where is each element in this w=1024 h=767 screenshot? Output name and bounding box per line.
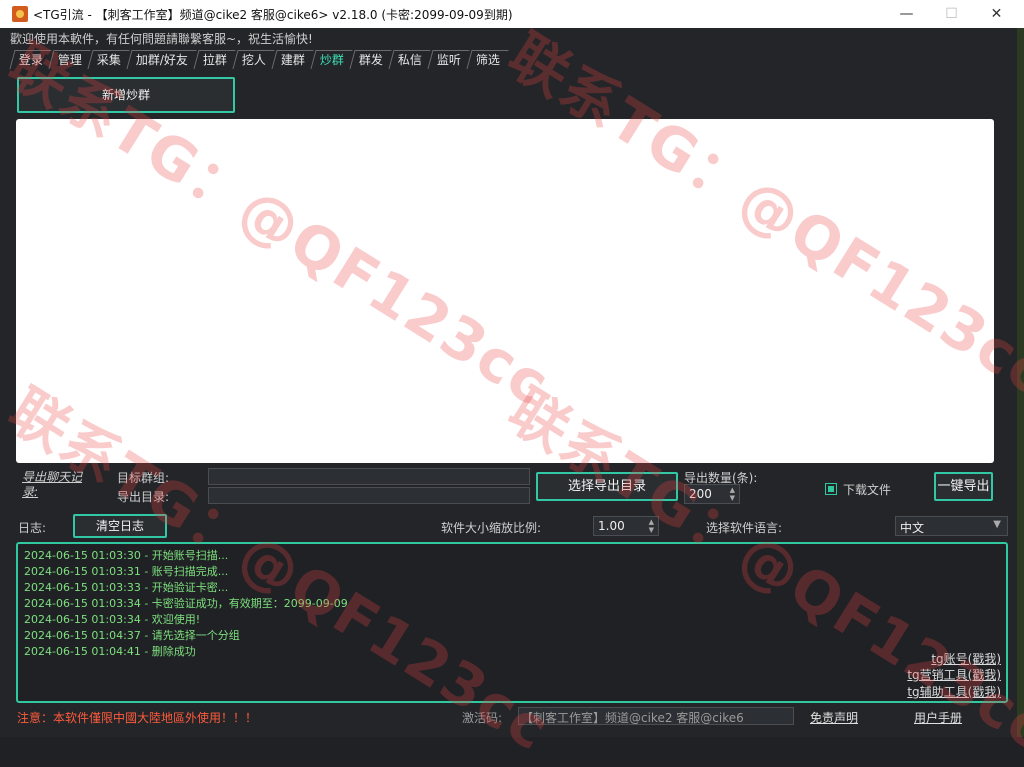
maximize-button[interactable]: ☐ — [929, 0, 974, 28]
log-line: 2024-06-15 01:03:34 - 欢迎使用! — [24, 613, 201, 626]
language-value: 中文 — [900, 521, 925, 535]
scale-stepper[interactable]: 1.00 ▲ ▼ — [593, 516, 659, 536]
tab-label: 炒群 — [320, 53, 345, 67]
tab-label: 筛选 — [476, 53, 501, 67]
user-manual-link[interactable]: 用户手册 — [914, 709, 962, 726]
stepper-arrows-icon[interactable]: ▲ ▼ — [730, 486, 735, 502]
choose-export-dir-button[interactable]: 选择导出目录 — [536, 472, 678, 501]
tab-pull-group[interactable]: 拉群 — [193, 50, 236, 69]
download-files-checkbox[interactable] — [825, 483, 837, 495]
tab-collect[interactable]: 采集 — [87, 50, 130, 69]
tab-label: 监听 — [437, 53, 462, 67]
export-count-stepper[interactable]: 200 ▲ ▼ — [684, 484, 740, 504]
log-line: 2024-06-15 01:04:37 - 请先选择一个分组 — [24, 629, 240, 642]
main-panel: 歡迎使用本軟件，有任何問題請聯繫客服~，祝生活愉快! 登录 管理 采集 加群/好… — [0, 28, 1017, 737]
tab-label: 加群/好友 — [135, 53, 188, 67]
log-line: 2024-06-15 01:03:33 - 开始验证卡密... — [24, 581, 229, 594]
close-button[interactable]: ✕ — [974, 0, 1019, 28]
export-dir-input[interactable] — [208, 487, 530, 504]
log-line: 2024-06-15 01:03:34 - 卡密验证成功，有效期至：2099-0… — [24, 597, 348, 610]
log-line: 2024-06-15 01:04:41 - 删除成功 — [24, 645, 196, 658]
tab-monitor[interactable]: 监听 — [427, 50, 470, 69]
activation-code-label: 激活码: — [462, 711, 503, 725]
log-line: 2024-06-15 01:03:31 - 账号扫描完成... — [24, 565, 229, 578]
tab-join-group-friend[interactable]: 加群/好友 — [126, 50, 197, 69]
tab-label: 管理 — [57, 53, 82, 67]
tab-label: 建群 — [280, 53, 306, 67]
language-select[interactable]: 中文 ▼ — [895, 516, 1008, 536]
app-icon — [12, 6, 28, 22]
tab-hype-group[interactable]: 炒群 — [310, 50, 353, 69]
tab-manage[interactable]: 管理 — [48, 50, 91, 69]
tab-bar: 登录 管理 采集 加群/好友 拉群 挖人 建群 炒群 群发 私信 监听 筛选 — [9, 50, 509, 70]
welcome-text: 歡迎使用本軟件，有任何問題請聯繫客服~，祝生活愉快! — [10, 32, 313, 46]
tab-dig-users[interactable]: 挖人 — [232, 50, 275, 69]
window-title: <TG引流 - 【刺客工作室】频道@cike2 客服@cike6> v2.18.… — [33, 8, 513, 22]
download-files-label: 下载文件 — [843, 483, 892, 497]
tab-group-send[interactable]: 群发 — [349, 50, 392, 69]
tab-login[interactable]: 登录 — [9, 50, 52, 69]
target-group-input[interactable] — [208, 468, 530, 485]
tab-create-group[interactable]: 建群 — [271, 50, 314, 69]
activation-code-input[interactable]: 【刺客工作室】频道@cike2 客服@cike6 — [518, 707, 794, 725]
chevron-down-icon: ▼ — [993, 519, 1001, 530]
add-hype-group-button[interactable]: 新增炒群 — [17, 77, 235, 113]
scale-label: 软件大小缩放比例: — [441, 521, 542, 535]
tg-helper-tool-link[interactable]: tg辅助工具(戳我) — [907, 683, 1001, 700]
log-label: 日志: — [18, 521, 47, 535]
language-label: 选择软件语言: — [706, 521, 783, 535]
disclaimer-link[interactable]: 免责声明 — [810, 709, 858, 726]
export-chat-section-label: 导出聊天记录: — [22, 470, 83, 499]
title-bar: <TG引流 - 【刺客工作室】频道@cike2 客服@cike6> v2.18.… — [0, 0, 1024, 28]
tab-filter[interactable]: 筛选 — [466, 50, 509, 69]
tab-private-message[interactable]: 私信 — [388, 50, 431, 69]
tab-label: 挖人 — [241, 53, 266, 67]
tab-label: 登录 — [18, 53, 43, 67]
minimize-button[interactable]: — — [884, 0, 929, 28]
stepper-arrows-icon[interactable]: ▲ ▼ — [649, 518, 654, 534]
tg-marketing-tool-link[interactable]: tg营销工具(戳我) — [907, 666, 1001, 683]
one-click-export-button[interactable]: 一键导出 — [934, 472, 993, 501]
background-window-strip — [1017, 28, 1024, 737]
region-warning: 注意：本软件僅限中國大陸地區外使用！！！ — [17, 711, 258, 725]
export-count-value: 200 — [689, 487, 712, 501]
log-panel[interactable]: 2024-06-15 01:03:30 - 开始账号扫描... 2024-06-… — [16, 542, 1008, 703]
tab-label: 群发 — [359, 53, 384, 67]
log-line: 2024-06-15 01:03:30 - 开始账号扫描... — [24, 549, 229, 562]
tg-account-link[interactable]: tg账号(戳我) — [931, 650, 1001, 667]
tab-label: 拉群 — [202, 53, 227, 67]
clear-log-button[interactable]: 清空日志 — [73, 514, 167, 538]
tab-label: 采集 — [96, 53, 121, 67]
export-dir-label: 导出目录: — [117, 490, 170, 504]
hype-group-list[interactable] — [16, 119, 994, 463]
target-group-label: 目标群组: — [117, 471, 170, 485]
tab-label: 私信 — [398, 53, 423, 67]
scale-value: 1.00 — [598, 519, 625, 533]
